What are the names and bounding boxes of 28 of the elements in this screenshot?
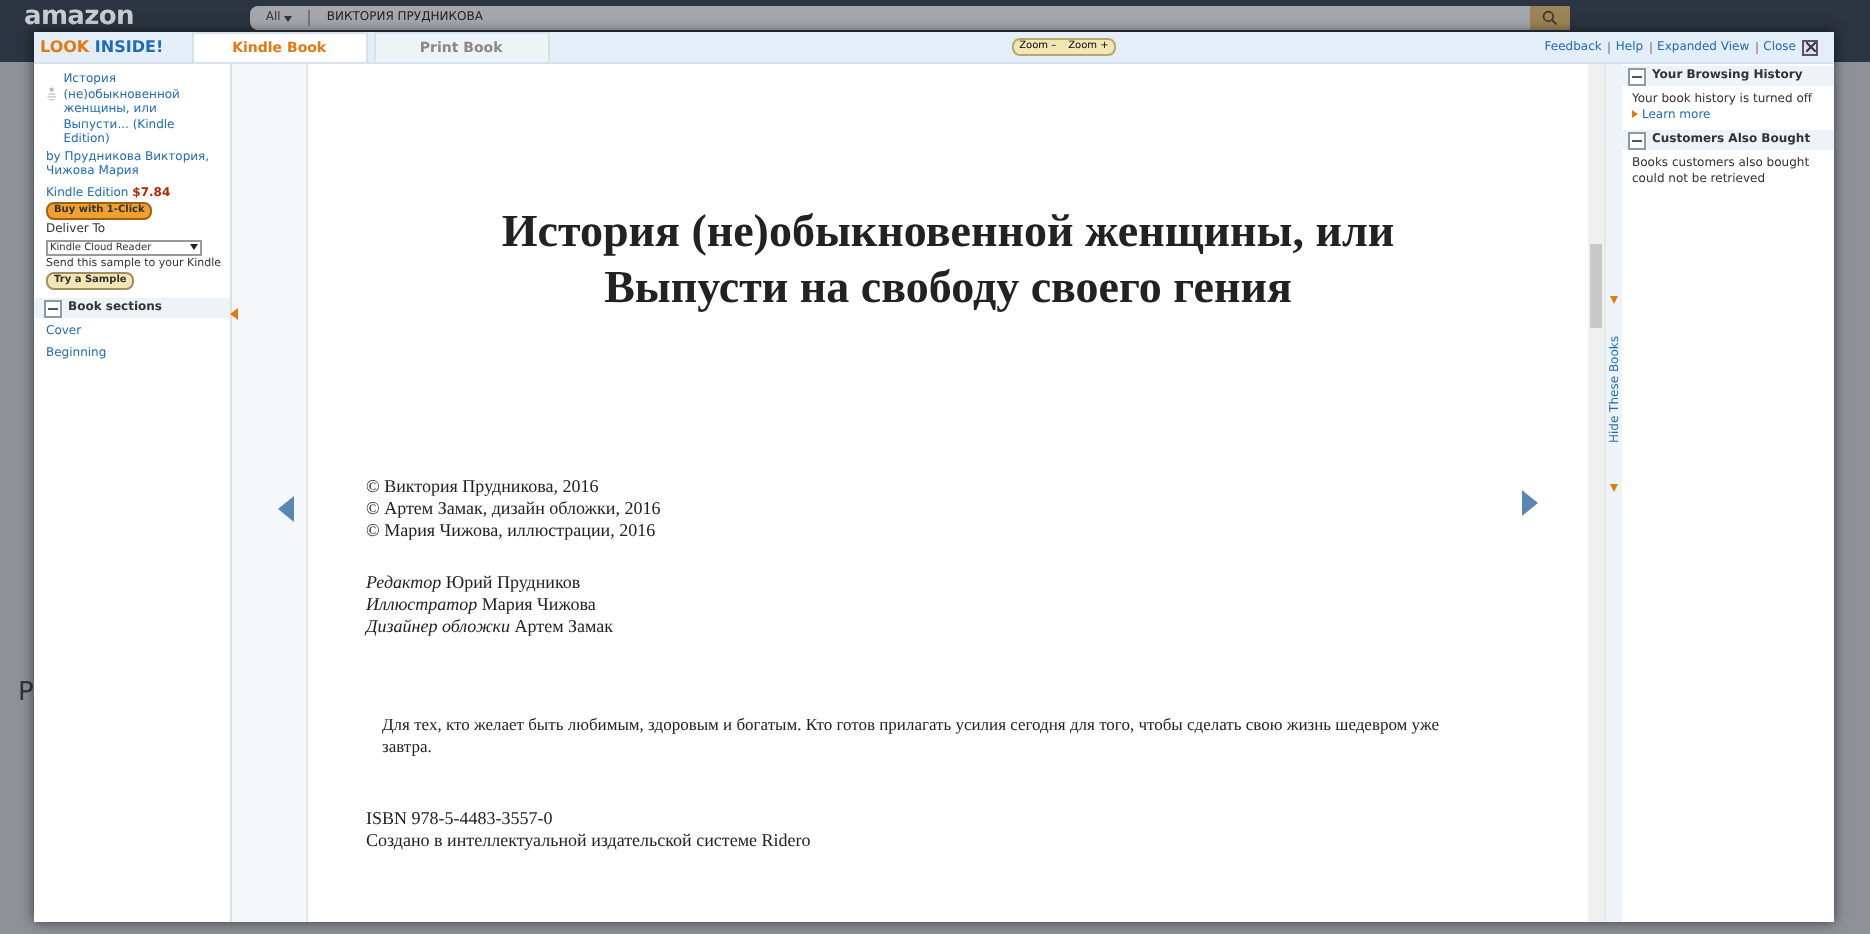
collapse-arrow-icon[interactable] — [230, 308, 240, 320]
copyright-line: © Мария Чижова, иллюстрации, 2016 — [366, 520, 658, 542]
look-inside-logo: LOOK INSIDE! — [40, 35, 164, 59]
caret-icon — [190, 244, 198, 250]
collapse-toggle-icon[interactable] — [44, 299, 62, 317]
copyright-line: © Виктория Прудникова, 2016 — [366, 476, 601, 498]
copyright-line: © Артем Замак, дизайн обложки, 2016 — [366, 498, 663, 520]
credit-line: Редактор Юрий Прудников — [366, 572, 583, 594]
search-button[interactable] — [1529, 6, 1570, 30]
dedication-text: Для тех, кто желает быть любимым, здоровым и богатым. Кто готов прилагать усилия сегодня для того, чтобы сделать свою жизнь шедевром уже завтра. — [382, 714, 1441, 758]
imprint-line: ISBN 978-5-4483-3557-0 — [366, 808, 555, 830]
search-icon — [1541, 10, 1558, 26]
next-page-arrow-icon[interactable] — [1522, 490, 1538, 516]
collapse-arrow-icon[interactable] — [1610, 296, 1618, 304]
collapse-toggle-icon[interactable] — [1628, 131, 1646, 149]
collapse-arrow-icon[interactable] — [1610, 483, 1618, 492]
collapse-toggle-icon[interactable] — [1628, 67, 1646, 85]
previous-page-arrow-icon[interactable] — [278, 496, 294, 522]
page-text: P — [18, 676, 34, 712]
book-title: История (не)обыкновенной женщины, или Выпусти на свободу своего гения — [499, 204, 1397, 316]
logo[interactable]: amazon — [24, 4, 134, 30]
close-icon[interactable] — [1802, 39, 1818, 55]
imprint-line: Создано в интеллектуальной издательской системе Ridero — [366, 830, 813, 852]
credit-line: Иллюстратор Мария Чижова — [366, 594, 598, 616]
arrow-bullet-icon — [1632, 109, 1638, 118]
scrollbar-thumb[interactable] — [1590, 244, 1602, 328]
caret-icon — [284, 15, 293, 21]
credit-line: Дизайнер обложки Артем Замак — [366, 616, 616, 638]
